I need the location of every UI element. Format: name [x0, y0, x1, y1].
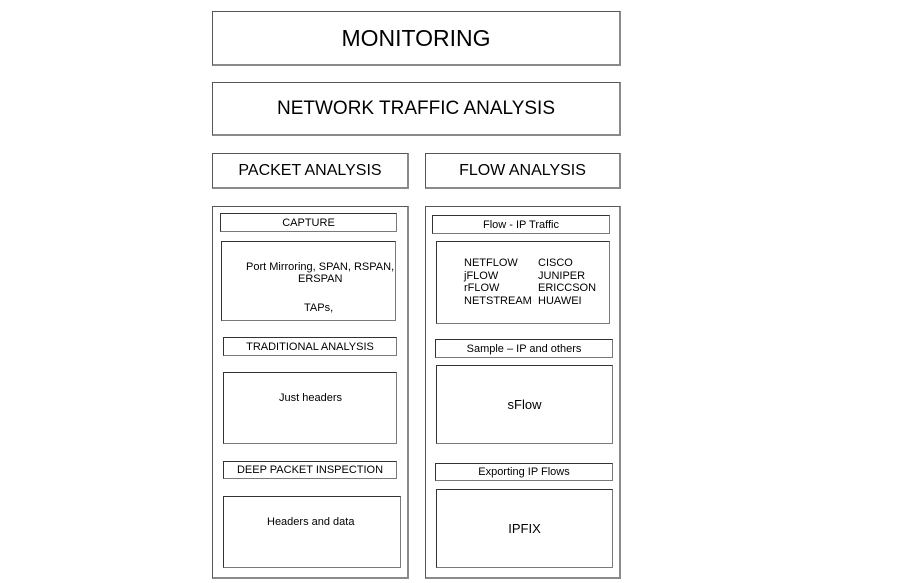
packet-analysis-label: PACKET ANALYSIS	[238, 161, 382, 179]
monitoring-label: MONITORING	[341, 24, 491, 51]
vendor-huawei: HUAWEI	[538, 294, 582, 307]
flow-analysis-label: FLOW ANALYSIS	[459, 161, 586, 179]
monitoring-box: MONITORING	[212, 11, 621, 66]
dpi-content-box: Headers and data	[223, 496, 401, 568]
flow-ip-header: Flow - IP Traffic	[482, 218, 559, 231]
packet-analysis-box: PACKET ANALYSIS	[212, 153, 409, 189]
capture-content-box: Port Mirroring, SPAN, RSPAN, ERSPAN TAPs…	[221, 241, 396, 321]
sample-header-box: Sample – IP and others	[435, 339, 613, 358]
capture-line-3: TAPs,	[304, 302, 334, 314]
protocol-list: NETFLOW jFLOW rFLOW NETSTREAM	[464, 257, 532, 307]
flow-ip-header-box: Flow - IP Traffic	[432, 215, 610, 234]
vendor-ericcson: ERICCSON	[538, 282, 597, 294]
vendor-juniper: JUNIPER	[538, 269, 586, 282]
flow-ip-content-box: NETFLOW jFLOW rFLOW NETSTREAM CISCO JUNI…	[436, 241, 610, 324]
vendor-cisco: CISCO	[538, 257, 573, 269]
capture-header-box: CAPTURE	[220, 213, 397, 232]
capture-line-2: ERSPAN	[298, 273, 343, 285]
dpi-header-box: DEEP PACKET INSPECTION	[223, 461, 397, 479]
traditional-analysis-header: TRADITIONAL ANALYSIS	[246, 340, 374, 353]
protocol-rflow: rFLOW	[464, 282, 500, 294]
protocol-netstream: NETSTREAM	[464, 294, 532, 307]
flow-analysis-box: FLOW ANALYSIS	[425, 153, 621, 189]
dpi-header: DEEP PACKET INSPECTION	[236, 464, 384, 476]
exporting-content-box: IPFIX	[436, 489, 613, 568]
ipfix-label: IPFIX	[508, 521, 541, 536]
protocol-netflow: NETFLOW	[464, 257, 518, 269]
traditional-analysis-content-box: Just headers	[223, 372, 397, 444]
capture-header: CAPTURE	[282, 216, 335, 229]
network-traffic-analysis-box: NETWORK TRAFFIC ANALYSIS	[212, 82, 621, 136]
vendor-list: CISCO JUNIPER ERICCSON HUAWEI	[538, 257, 596, 307]
capture-line-1: Port Mirroring, SPAN, RSPAN,	[246, 261, 395, 273]
traditional-analysis-header-box: TRADITIONAL ANALYSIS	[223, 337, 397, 356]
sample-content-box: sFlow	[436, 365, 613, 444]
dpi-content: Headers and data	[267, 516, 355, 528]
network-traffic-analysis-label: NETWORK TRAFFIC ANALYSIS	[276, 97, 555, 119]
traditional-analysis-content: Just headers	[279, 392, 342, 404]
sflow-label: sFlow	[507, 397, 542, 412]
sample-header: Sample – IP and others	[466, 342, 582, 355]
exporting-header-box: Exporting IP Flows	[435, 463, 613, 481]
exporting-header: Exporting IP Flows	[478, 466, 570, 478]
protocol-jflow: jFLOW	[464, 269, 499, 282]
